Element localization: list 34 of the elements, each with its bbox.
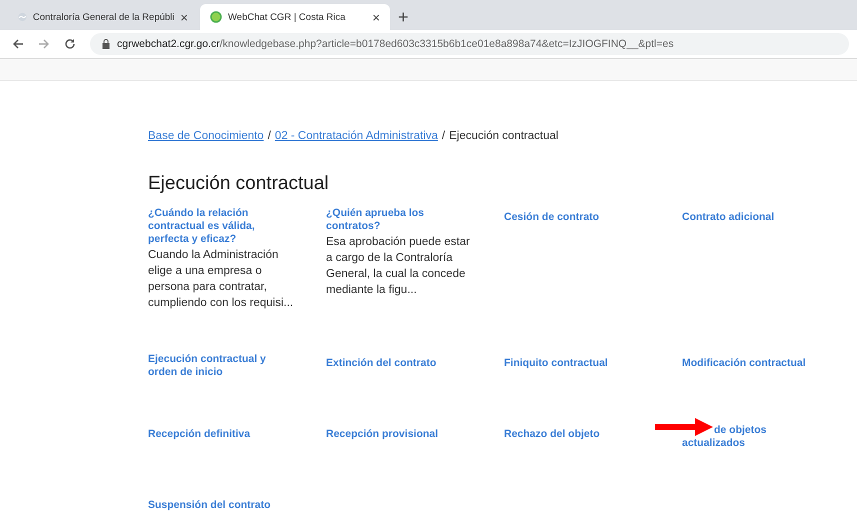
lock-icon (102, 39, 110, 49)
article-excerpt: Cuando la Administración elige a una empresa o persona para contratar, cumpliendo con los requisi... (148, 248, 294, 311)
article-link[interactable]: Recepción provisional (326, 428, 438, 441)
article-link[interactable]: Contrato adicional (682, 211, 774, 224)
article-link[interactable]: Cesión de contrato (504, 211, 600, 224)
article-link[interactable]: de objetos actualizados (682, 424, 830, 450)
article-link[interactable]: Modificación contractual (682, 357, 806, 370)
article-link[interactable]: Rechazo del objeto (504, 428, 600, 441)
reload-icon[interactable] (64, 38, 76, 50)
article-link[interactable]: Suspensión del contrato (148, 499, 271, 512)
wave-icon (18, 11, 27, 23)
breadcrumb-separator: / (442, 130, 446, 142)
close-icon[interactable]: × (180, 10, 188, 24)
breadcrumb-link[interactable]: 02 - Contratación Administrativa (274, 130, 438, 142)
tab-title: Contraloría General de la Repúbli (32, 12, 174, 22)
breadcrumb-current: Ejecución contractual (449, 130, 558, 142)
article-link[interactable]: Recepción definitiva (148, 428, 250, 441)
browser-tab[interactable]: WebChat CGR | Costa Rica × (200, 4, 390, 30)
close-icon[interactable]: × (372, 10, 380, 24)
globe-icon (210, 11, 222, 23)
new-tab-button[interactable]: + (398, 6, 409, 28)
tab-title: WebChat CGR | Costa Rica (228, 12, 346, 22)
article-link[interactable]: Extinción del contrato (326, 357, 436, 370)
breadcrumb-separator: / (268, 130, 271, 142)
address-bar[interactable]: cgrwebchat2.cgr.go.cr/knowledgebase.php?article=b0178ed603c3315b6b1ce01e8a898a74&etc=IzJIOGFINQ__&ptl=es (90, 33, 849, 55)
page-heading: Ejecución contractual (148, 173, 330, 196)
browser-tab[interactable]: Contraloría General de la Repúbli × (8, 4, 198, 30)
back-icon[interactable] (12, 38, 24, 50)
article-link[interactable]: Finiquito contractual (504, 357, 608, 370)
article-link[interactable]: Ejecución contractual y orden de inicio (148, 353, 296, 379)
article-link[interactable]: ¿Quién aprueba los contratos? (326, 207, 474, 233)
article-link[interactable]: ¿Cuándo la relación contractual es válida, perfecta y eficaz? (148, 207, 296, 246)
article-excerpt: Esa aprobación puede estar a cargo de la Contraloría General, la cual la concede mediante la figu... (326, 235, 471, 298)
breadcrumb-link[interactable]: Base de Conocimiento (148, 130, 264, 142)
